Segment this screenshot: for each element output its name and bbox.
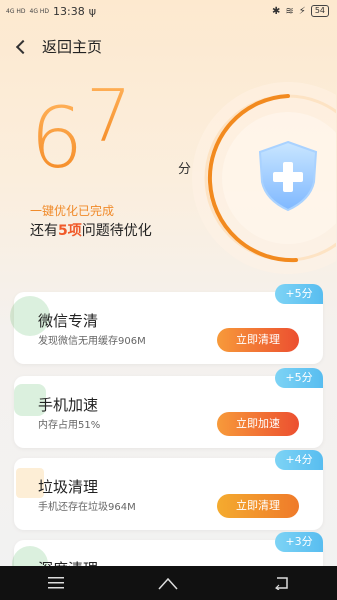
score-badge: +5分 <box>275 284 323 304</box>
status-time: 13:38 <box>53 5 85 18</box>
status-bar: 4G HD 4G HD 13:38 ψ ✱ ≋ ⚡ 54 <box>0 0 337 24</box>
status-right: ✱ ≋ ⚡ 54 <box>272 5 329 17</box>
home-icon[interactable] <box>157 576 179 590</box>
back-to-home[interactable]: 返回主页 <box>15 36 102 57</box>
remaining-issues-text: 还有5项问题待优化 <box>30 220 152 240</box>
card-wechat-clean: 微信专清 发现微信无用缓存906M 立即清理 +5分 <box>10 284 323 364</box>
header-title[interactable]: 返回主页 <box>42 36 102 57</box>
card-junk-clean: 垃圾清理 手机还存在垃圾964M 立即清理 +4分 <box>14 450 323 530</box>
score-ring <box>178 78 337 278</box>
card-title: 手机加速 <box>38 396 99 414</box>
shield-plus-icon <box>258 140 318 212</box>
bluetooth-icon: ✱ <box>272 5 281 17</box>
score-badge: +5分 <box>275 368 323 388</box>
clean-now-button[interactable]: 立即清理 <box>217 328 299 352</box>
home-button[interactable] <box>148 571 188 595</box>
speedup-now-button[interactable]: 立即加速 <box>217 412 299 436</box>
wifi-icon: ≋ <box>285 5 294 17</box>
optimization-done-text: 一键优化已完成 <box>30 204 115 218</box>
clean-now-button[interactable]: 立即清理 <box>217 494 299 518</box>
signal-indicator-2: 4G HD <box>29 7 50 15</box>
usb-icon: ψ <box>88 5 96 18</box>
card-desc: 内存占用51% <box>38 420 101 431</box>
menu-icon[interactable] <box>48 577 65 589</box>
status-left: 4G HD 4G HD 13:38 ψ <box>6 5 96 18</box>
remain-count: 5项 <box>58 223 82 239</box>
battery-level: 54 <box>310 5 329 17</box>
card-desc: 手机还存在垃圾964M <box>38 502 136 513</box>
card-desc: 发现微信无用缓存906M <box>38 336 146 347</box>
remain-suffix: 问题待优化 <box>81 223 152 239</box>
card-phone-speedup: 手机加速 内存占用51% 立即加速 +5分 <box>14 368 323 448</box>
system-nav-bar <box>0 566 337 600</box>
score-digit-1: 6 <box>30 89 84 187</box>
card-title: 垃圾清理 <box>38 478 99 496</box>
back-nav-button[interactable] <box>261 571 301 595</box>
back-nav-icon[interactable] <box>273 576 289 590</box>
signal-indicator-1: 4G HD <box>6 7 26 15</box>
score-digit-2: 7 <box>86 74 132 158</box>
remain-prefix: 还有 <box>30 223 58 239</box>
charging-icon: ⚡ <box>298 5 306 17</box>
menu-button[interactable] <box>36 571 76 595</box>
back-icon[interactable] <box>15 39 31 54</box>
score-badge: +4分 <box>275 450 323 470</box>
score-badge: +3分 <box>275 532 323 552</box>
card-title: 微信专清 <box>38 312 99 330</box>
